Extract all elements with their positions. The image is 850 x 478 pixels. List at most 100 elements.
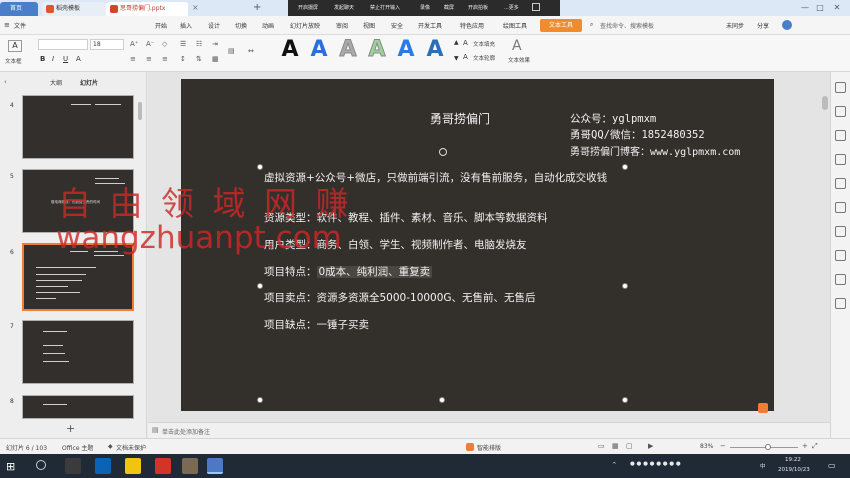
clear-format-icon[interactable]: ◇	[162, 40, 167, 48]
menu-design[interactable]: 设计	[208, 21, 220, 30]
slide-thumbnail-4[interactable]	[22, 95, 134, 159]
file-explorer-icon[interactable]	[125, 458, 141, 474]
text-box-icon[interactable]: A	[8, 40, 22, 52]
zoom-level[interactable]: 83%	[700, 443, 713, 450]
rec-more-button[interactable]: ...更多	[504, 4, 519, 11]
tab-template[interactable]: 稻壳模板	[42, 2, 106, 16]
note-icon[interactable]	[835, 250, 846, 261]
smart-layout-button[interactable]: 智能排版	[477, 443, 501, 452]
decrease-font-icon[interactable]: A⁻	[146, 40, 154, 48]
resize-handle[interactable]	[622, 164, 628, 170]
bold-icon[interactable]: B	[40, 55, 45, 63]
backup-icon[interactable]	[835, 298, 846, 309]
view-reading-icon[interactable]: ▢	[626, 442, 633, 450]
font-name-input[interactable]	[38, 39, 88, 50]
play-icon[interactable]: ▶	[648, 442, 653, 450]
menu-slideshow[interactable]: 幻灯片放映	[290, 21, 320, 30]
contact-line-1[interactable]: 公众号：yglpmxm	[570, 111, 656, 126]
animation-icon[interactable]	[835, 106, 846, 117]
layer-icon[interactable]	[835, 226, 846, 237]
search-taskbar-icon[interactable]	[36, 460, 46, 470]
align-right-icon[interactable]: ≡	[162, 55, 168, 63]
menu-start[interactable]: 开始	[155, 21, 167, 30]
font-size-input[interactable]: 18	[90, 39, 124, 50]
menu-transition[interactable]: 切换	[235, 21, 247, 30]
resize-handle[interactable]	[257, 164, 263, 170]
menu-text-tools[interactable]: 文本工具	[540, 19, 582, 32]
text-style-preset[interactable]: A	[336, 37, 360, 62]
menu-animation[interactable]: 动画	[262, 21, 274, 30]
bullet-selling-points[interactable]: 项目卖点：资源多资源全5000-10000G、无售前、无售后	[264, 290, 536, 305]
tab-document[interactable]: 思哥捞偏门.pptx	[106, 2, 188, 16]
bullet-features[interactable]: 项目特点： 0成本、纯利润、重复卖	[264, 264, 433, 279]
italic-icon[interactable]: I	[52, 55, 54, 63]
help-icon[interactable]	[835, 274, 846, 285]
rec-input-button[interactable]: 禁止打开输入	[370, 4, 400, 11]
zoom-in-icon[interactable]: +	[802, 442, 808, 450]
indent-icon[interactable]: ⇥	[212, 40, 218, 48]
align-center-icon[interactable]: ≡	[146, 55, 152, 63]
clock-date[interactable]: 2019/10/23	[778, 467, 810, 473]
slide-title[interactable]: 勇哥捞偏门	[430, 110, 490, 127]
text-style-preset[interactable]: A	[365, 37, 389, 62]
style-icon[interactable]	[835, 130, 846, 141]
text-outline-icon[interactable]: A	[463, 53, 468, 61]
menu-review[interactable]: 审阅	[336, 21, 348, 30]
resize-handle[interactable]	[622, 283, 628, 289]
text-direction-icon[interactable]: ⇅	[196, 55, 202, 63]
menu-file[interactable]: 文件	[14, 21, 26, 30]
rec-screenshot-button[interactable]: 截屏	[444, 4, 454, 11]
ime-icon[interactable]: 中	[760, 462, 766, 470]
menu-insert[interactable]: 插入	[180, 21, 192, 30]
properties-icon[interactable]	[835, 202, 846, 213]
select-icon[interactable]	[835, 154, 846, 165]
rec-chat-button[interactable]: 发起聊天	[334, 4, 354, 11]
document-protection[interactable]: 文档未保护	[116, 443, 146, 452]
command-search[interactable]: 查找命令、搜索模板	[600, 21, 654, 30]
text-style-preset[interactable]: A	[423, 38, 447, 62]
windows-start-icon[interactable]: ⊞	[6, 460, 15, 473]
view-normal-icon[interactable]: ▭	[598, 442, 605, 450]
share-button[interactable]: 分享	[757, 21, 769, 30]
notes-pane[interactable]: ▤ 单击此处添加备注	[148, 422, 830, 438]
align-text-icon[interactable]: ▤	[228, 47, 235, 55]
gallery-down-icon[interactable]: ▼	[454, 55, 459, 62]
sync-status[interactable]: 未同步	[726, 21, 744, 30]
format-icon[interactable]	[835, 82, 846, 93]
notification-icon[interactable]: ▭	[828, 461, 836, 470]
rec-expand-icon[interactable]	[532, 3, 540, 11]
text-effect-icon[interactable]: A	[512, 38, 522, 54]
text-outline-label[interactable]: 文本轮廓	[473, 54, 495, 62]
tab-home[interactable]: 首页	[0, 2, 38, 16]
wps-icon[interactable]	[155, 458, 171, 474]
rec-board-button[interactable]: 开启拍板	[468, 4, 488, 11]
clock-time[interactable]: 19:22	[785, 457, 801, 463]
browser-icon[interactable]	[95, 458, 111, 474]
thumbnail-scrollbar[interactable]	[138, 102, 142, 120]
slide-thumbnail-7[interactable]	[22, 320, 134, 384]
bullet-drawbacks[interactable]: 项目缺点：一锤子买卖	[264, 317, 369, 332]
rec-screen-button[interactable]: 开启摄屏	[298, 4, 318, 11]
transition-icon[interactable]	[835, 178, 846, 189]
underline-icon[interactable]: U	[63, 55, 68, 63]
tab-outline[interactable]: 大纲	[50, 78, 62, 87]
scrollbar-thumb[interactable]	[822, 96, 828, 110]
menu-icon[interactable]: ≡	[4, 21, 10, 29]
minimize-button[interactable]: —	[800, 3, 810, 13]
contact-line-3[interactable]: 勇哥捞偏门博客：www.yglpmxm.com	[570, 143, 740, 158]
features-selected-text[interactable]: 0成本、纯利润、重复卖	[316, 266, 433, 278]
text-effect-label[interactable]: 文本效果	[508, 56, 530, 64]
avatar[interactable]	[782, 20, 792, 30]
align-left-icon[interactable]: ≡	[130, 55, 136, 63]
tray-icons[interactable]: ● ● ● ● ● ● ● ●	[630, 461, 681, 467]
maximize-button[interactable]: □	[815, 3, 825, 13]
app-icon[interactable]	[182, 458, 198, 474]
increase-font-icon[interactable]: A⁺	[130, 40, 138, 48]
zoom-slider-thumb[interactable]	[765, 444, 771, 450]
zoom-slider[interactable]	[730, 447, 798, 448]
collapse-panel-icon[interactable]: ‹	[4, 78, 7, 86]
text-style-preset[interactable]: A	[394, 38, 418, 62]
task-view-icon[interactable]	[65, 458, 81, 474]
contact-line-2[interactable]: 勇哥QQ/微信：1852480352	[570, 127, 705, 142]
text-fill-icon[interactable]: A	[463, 39, 468, 47]
